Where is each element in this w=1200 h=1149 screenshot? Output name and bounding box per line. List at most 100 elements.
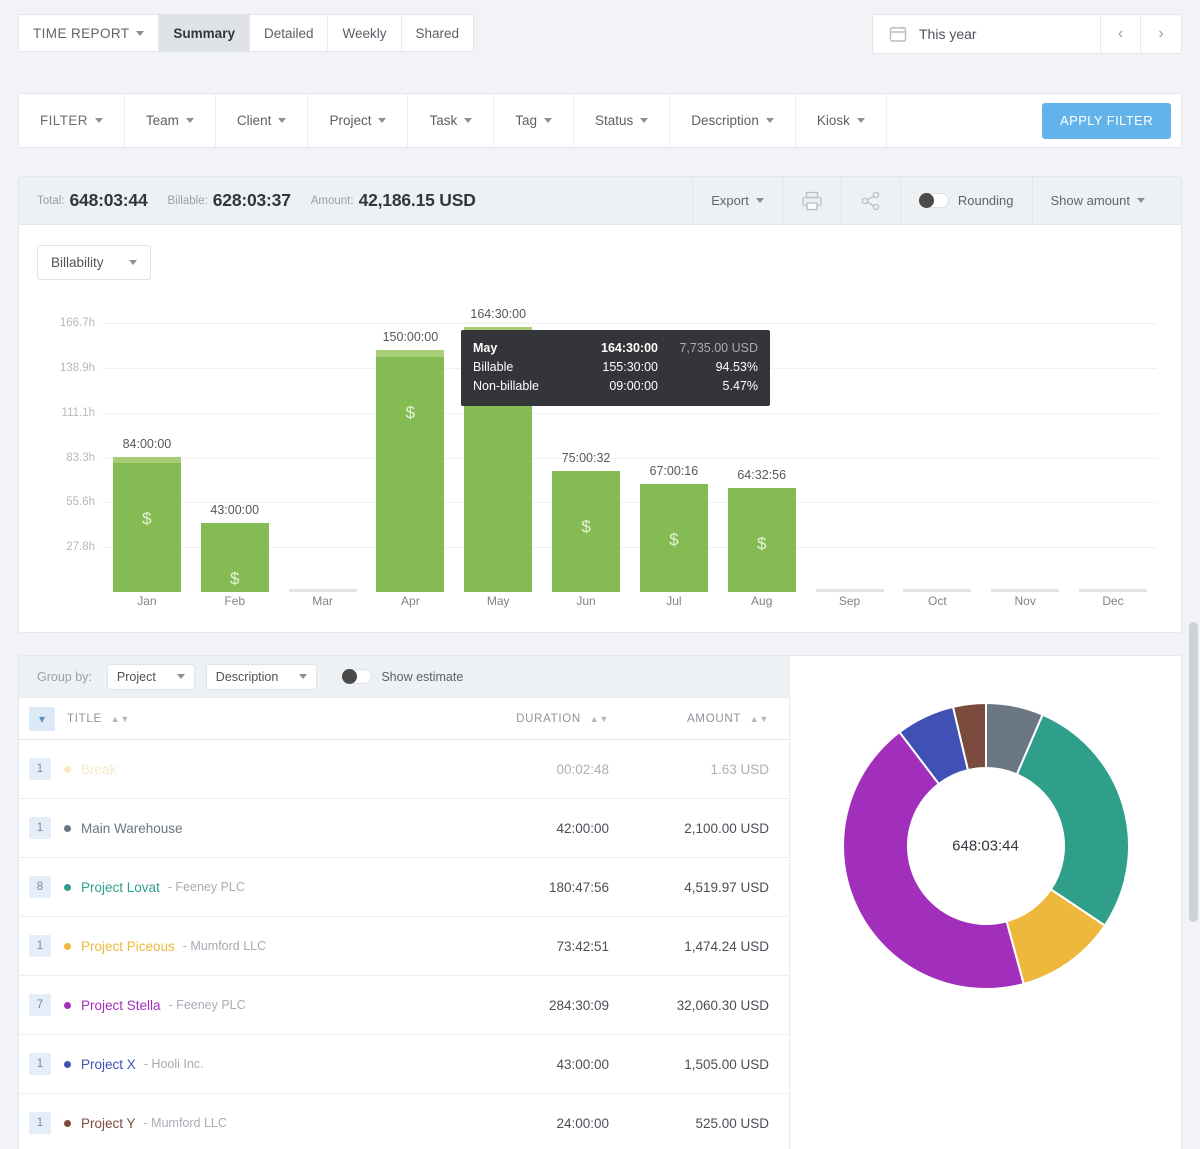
y-axis-tick: 55.6h	[37, 496, 95, 508]
billable-dollar-icon: $	[201, 569, 269, 589]
bar[interactable]: 150:00:00$	[376, 350, 444, 592]
bar-chart: 166.7h138.9h111.1h83.3h55.6h27.8h84:00:0…	[37, 302, 1163, 592]
filter-team-label: Team	[146, 113, 179, 128]
row-project-name[interactable]: Project Stella	[81, 998, 161, 1013]
row-amount: 2,100.00 USD	[609, 821, 789, 836]
bar-column[interactable]: 150:00:00$	[366, 302, 454, 592]
project-color-dot	[64, 884, 71, 891]
bar-column[interactable]	[279, 302, 367, 592]
row-client-name: - Mumford LLC	[183, 939, 266, 953]
filter-tag[interactable]: Tag	[494, 94, 574, 147]
filter-status[interactable]: Status	[574, 94, 670, 147]
page-scrollbar-thumb[interactable]	[1189, 622, 1198, 922]
date-range-next-button[interactable]: ›	[1141, 15, 1181, 53]
row-project-name[interactable]: Project X	[81, 1057, 136, 1072]
bar-column[interactable]: 84:00:00$	[103, 302, 191, 592]
tab-time-report[interactable]: TIME REPORT	[19, 15, 159, 51]
table-row[interactable]: 7Project Stella- Feeney PLC284:30:0932,0…	[19, 976, 789, 1035]
table-row[interactable]: 1Break00:02:481.63 USD	[19, 740, 789, 799]
row-title-cell: Project Stella - Feeney PLC	[64, 998, 419, 1013]
donut-slice[interactable]	[1016, 715, 1128, 926]
row-project-name[interactable]: Project Piceous	[81, 939, 175, 954]
billable-label: Billable:	[167, 195, 207, 207]
filter-project[interactable]: Project	[308, 94, 408, 147]
filter-project-label: Project	[329, 113, 371, 128]
rounding-switch[interactable]	[919, 193, 949, 208]
total-value: 648:03:44	[70, 190, 148, 211]
column-header-duration[interactable]: DURATION ▲▼	[419, 713, 609, 725]
share-button[interactable]	[841, 177, 900, 224]
summary-card: Total: 648:03:44 Billable: 628:03:37 Amo…	[18, 176, 1182, 633]
bar-column[interactable]	[981, 302, 1069, 592]
bar-column[interactable]	[893, 302, 981, 592]
expand-all-chevron-icon[interactable]: ▾	[29, 707, 55, 731]
table-row[interactable]: 1Project Piceous- Mumford LLC73:42:511,4…	[19, 917, 789, 976]
filter-description[interactable]: Description	[670, 94, 796, 147]
bar[interactable]: 64:32:56$	[728, 488, 796, 592]
x-axis-tick: Mar	[279, 594, 367, 608]
table-row[interactable]: 1Project Y- Mumford LLC24:00:00525.00 US…	[19, 1094, 789, 1149]
bar[interactable]: 67:00:16$	[640, 484, 708, 592]
row-client-name: - Feeney PLC	[169, 998, 246, 1012]
filter-kiosk-label: Kiosk	[817, 113, 850, 128]
filter-tag-label: Tag	[515, 113, 537, 128]
chevron-down-icon	[186, 118, 194, 123]
bar[interactable]: 43:00:00$	[201, 523, 269, 592]
bar-column[interactable]	[1069, 302, 1157, 592]
group-by-secondary-dropdown[interactable]: Description	[206, 664, 318, 690]
filter-client[interactable]: Client	[216, 94, 309, 147]
row-title-cell: Project Piceous - Mumford LLC	[64, 939, 419, 954]
print-button[interactable]	[782, 177, 841, 224]
column-header-title-label: TITLE	[67, 713, 102, 725]
export-button[interactable]: Export	[692, 177, 782, 224]
x-axis-tick: Feb	[191, 594, 279, 608]
table-row[interactable]: 8Project Lovat- Feeney PLC180:47:564,519…	[19, 858, 789, 917]
show-amount-dropdown[interactable]: Show amount	[1032, 177, 1164, 224]
group-by-primary-dropdown[interactable]: Project	[107, 664, 195, 690]
sort-icon: ▲▼	[750, 714, 769, 724]
row-project-name[interactable]: Project Y	[81, 1116, 136, 1131]
apply-filter-button[interactable]: APPLY FILTER	[1042, 103, 1171, 139]
filter-label-button[interactable]: FILTER	[19, 94, 125, 147]
tab-summary[interactable]: Summary	[159, 15, 250, 51]
date-range-value-button[interactable]: This year	[873, 15, 1101, 53]
filter-spacer	[887, 94, 1042, 147]
column-header-amount[interactable]: AMOUNT ▲▼	[609, 713, 789, 725]
table-row[interactable]: 1Project X- Hooli Inc.43:00:001,505.00 U…	[19, 1035, 789, 1094]
row-project-name[interactable]: Main Warehouse	[81, 821, 183, 836]
filter-task[interactable]: Task	[408, 94, 494, 147]
x-axis-tick: Nov	[981, 594, 1069, 608]
amount-label: Amount:	[311, 195, 354, 207]
bar-column[interactable]	[806, 302, 894, 592]
project-color-dot	[64, 1002, 71, 1009]
show-estimate-switch[interactable]	[342, 669, 372, 684]
bar-segment-billable: $	[728, 488, 796, 592]
filter-team[interactable]: Team	[125, 94, 216, 147]
bar-column[interactable]: 43:00:00$	[191, 302, 279, 592]
date-range-prev-button[interactable]: ‹	[1101, 15, 1141, 53]
rounding-toggle[interactable]: Rounding	[900, 177, 1032, 224]
billability-dropdown[interactable]: Billability	[37, 245, 151, 280]
table-row[interactable]: 1Main Warehouse42:00:002,100.00 USD	[19, 799, 789, 858]
row-project-name[interactable]: Break	[81, 762, 116, 777]
row-amount: 1,505.00 USD	[609, 1057, 789, 1072]
y-axis-tick: 166.7h	[37, 317, 95, 329]
filter-label: FILTER	[40, 113, 88, 128]
show-estimate-toggle[interactable]: Show estimate	[342, 669, 463, 684]
column-header-title[interactable]: TITLE ▲▼	[67, 713, 419, 725]
row-amount: 32,060.30 USD	[609, 998, 789, 1013]
bar[interactable]: 75:00:32$	[552, 471, 620, 592]
tab-weekly[interactable]: Weekly	[328, 15, 401, 51]
x-axis-tick: Sep	[806, 594, 894, 608]
tooltip-nonbillable-duration: 09:00:00	[563, 377, 658, 396]
filter-kiosk[interactable]: Kiosk	[796, 94, 887, 147]
bar[interactable]: 84:00:00$	[113, 457, 181, 592]
tab-summary-label: Summary	[173, 26, 235, 41]
tab-shared[interactable]: Shared	[402, 15, 474, 51]
row-title-cell: Project Lovat- Feeney PLC	[64, 880, 419, 895]
tab-detailed[interactable]: Detailed	[250, 15, 329, 51]
chevron-down-icon	[129, 260, 137, 265]
filter-bar: FILTER Team Client Project Task Tag Stat…	[18, 93, 1182, 148]
row-project-name[interactable]: Project Lovat	[81, 880, 160, 895]
tooltip-total-duration: 164:30:00	[563, 339, 658, 358]
